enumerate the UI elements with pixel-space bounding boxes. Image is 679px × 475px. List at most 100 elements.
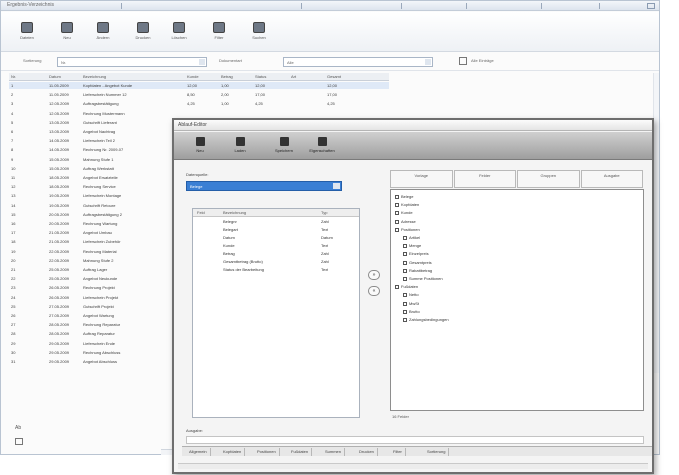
- move-right-button[interactable]: »: [368, 270, 380, 280]
- dialog-toolbar-button-0[interactable]: Neu: [182, 135, 218, 159]
- column-header[interactable]: Datum: [49, 74, 61, 79]
- tree-node[interactable]: Summe Positionen: [403, 276, 443, 282]
- column-header[interactable]: Gesamt: [327, 74, 341, 79]
- field-cell: Text: [321, 227, 329, 232]
- tree-node[interactable]: Einzelpreis: [403, 251, 429, 257]
- tree-node[interactable]: Gesamtpreis: [403, 260, 432, 266]
- tree-node[interactable]: Menge: [403, 243, 421, 249]
- bottom-tab[interactable]: Fußdaten: [288, 448, 313, 456]
- doctype-combo[interactable]: Alle: [283, 57, 433, 67]
- table-cell: Rechnung Abschluss: [83, 349, 121, 355]
- expand-toggle-icon[interactable]: [395, 211, 399, 216]
- expand-toggle-icon[interactable]: [403, 309, 407, 314]
- expand-toggle-icon[interactable]: [403, 293, 407, 298]
- tree-node[interactable]: MwSt: [403, 301, 419, 307]
- tab-2[interactable]: Gruppen: [517, 170, 580, 188]
- toolbar-button-2[interactable]: Ändern: [85, 16, 121, 50]
- expand-toggle-icon[interactable]: [403, 318, 407, 322]
- dialog-toolbar-button-1[interactable]: Laden: [222, 135, 258, 159]
- tab-1[interactable]: Felder: [453, 170, 516, 188]
- list-item[interactable]: Kunde Text: [193, 243, 359, 249]
- toolbar-button-label: Filter: [214, 35, 224, 40]
- tree-node[interactable]: Positionen: [395, 227, 420, 233]
- toolbar-button-1[interactable]: Neu: [49, 16, 85, 50]
- tree-node[interactable]: Kopfdaten: [395, 202, 419, 208]
- table-cell: 27.05.2009: [49, 303, 70, 309]
- column-header[interactable]: Bezeichnung: [83, 74, 106, 79]
- expand-toggle-icon[interactable]: [395, 219, 399, 224]
- column-header[interactable]: Kunde: [187, 74, 199, 79]
- toolbar-button-5[interactable]: Filter: [201, 16, 237, 50]
- list-item[interactable]: Belegnr Zahl: [193, 219, 359, 225]
- expand-toggle-icon[interactable]: [395, 203, 399, 208]
- table-cell: 9: [11, 156, 14, 162]
- column-header[interactable]: Art: [291, 74, 296, 79]
- list-item[interactable]: Gesamtbetrag (Brutto) Zahl: [193, 259, 359, 265]
- table-row[interactable]: 1 11.05.2009 Kopfdaten - Angebot Kunde 12,0…: [9, 82, 389, 89]
- bottom-tab[interactable]: Allgemein: [186, 448, 211, 456]
- toolbar-button-3[interactable]: Drucken: [125, 16, 161, 50]
- expand-toggle-icon[interactable]: [403, 236, 407, 240]
- tree-node[interactable]: Artikel: [403, 235, 420, 241]
- expand-toggle-icon[interactable]: [403, 301, 407, 306]
- bottom-tab[interactable]: Kopfdaten: [220, 448, 246, 456]
- tree-node[interactable]: Kunde: [395, 210, 413, 216]
- table-cell: 25.05.2009: [49, 276, 70, 282]
- output-field[interactable]: [186, 436, 644, 444]
- tree-node[interactable]: Adresse: [395, 219, 416, 225]
- toolbar-button-label: Drucken: [135, 35, 151, 40]
- tree-node[interactable]: Netto: [403, 292, 419, 298]
- expand-toggle-icon[interactable]: [395, 285, 399, 290]
- expand-toggle-icon[interactable]: [403, 260, 407, 265]
- dialog-toolbar-button-3[interactable]: Eigenschaften: [304, 135, 340, 159]
- table-cell: 15.05.2009: [49, 156, 70, 162]
- expand-toggle-icon[interactable]: [395, 227, 399, 232]
- tab-0[interactable]: Vorlage: [390, 170, 453, 188]
- toolbar-button-4[interactable]: Löschen: [161, 16, 197, 50]
- tree-node[interactable]: Rabattbetrag: [403, 268, 432, 274]
- column-header[interactable]: Status: [255, 74, 266, 79]
- field-column-header[interactable]: Typ: [321, 210, 327, 215]
- expand-toggle-icon[interactable]: [403, 252, 407, 257]
- field-column-header[interactable]: Feld: [197, 210, 205, 215]
- list-item[interactable]: Betrag Zahl: [193, 251, 359, 257]
- checkbox-icon[interactable]: [459, 57, 467, 65]
- list-item[interactable]: Belegart Text: [193, 227, 359, 233]
- field-column-header[interactable]: Bezeichnung: [223, 210, 246, 215]
- table-cell: 25: [11, 303, 16, 309]
- tree-node[interactable]: Fußdaten: [395, 284, 418, 290]
- move-left-button[interactable]: «: [368, 286, 380, 296]
- bottom-tab[interactable]: Sortierung: [424, 448, 450, 456]
- column-header[interactable]: Nr.: [11, 74, 16, 79]
- expand-toggle-icon[interactable]: [403, 277, 407, 281]
- table-row[interactable]: 4 12.05.2009 Rechnung Mustermann: [9, 110, 389, 117]
- sort-combo[interactable]: Nr.: [57, 57, 207, 67]
- table-row[interactable]: 2 11.05.2009 Lieferschein Nummer 12 8,50 2,0…: [9, 91, 389, 98]
- dialog-horizontal-scrollbar[interactable]: [178, 463, 648, 469]
- list-item[interactable]: Datum Datum: [193, 235, 359, 241]
- table-cell: Angebot Ersatzteile: [83, 175, 118, 180]
- dialog-toolbar-button-2[interactable]: Speichern: [266, 135, 302, 159]
- expand-toggle-icon[interactable]: [403, 268, 407, 273]
- tree-node[interactable]: Brutto: [403, 309, 420, 315]
- bottom-tab[interactable]: Summen: [322, 448, 346, 456]
- table-row[interactable]: 3 12.05.2009 Auftragsbestätigung 4,25 1,00 4,…: [9, 100, 389, 107]
- toolbar-button-label: Suchen: [252, 35, 266, 40]
- maximize-button[interactable]: [647, 3, 655, 9]
- column-header[interactable]: Betrag: [221, 74, 233, 79]
- tab-3[interactable]: Ausgabe: [580, 170, 643, 188]
- list-item[interactable]: Status der Bearbeitung Text: [193, 267, 359, 273]
- bottom-tab[interactable]: Drucken: [356, 448, 378, 456]
- tree-node-label: Fußdaten: [401, 284, 419, 290]
- source-select[interactable]: Belege: [186, 181, 342, 191]
- bottom-tab[interactable]: Filter: [390, 448, 406, 456]
- tree-node[interactable]: Zahlungsbedingungen: [403, 317, 449, 323]
- folder-icon: [21, 22, 33, 33]
- toolbar-button-6[interactable]: Suchen: [241, 16, 277, 50]
- table-cell: Rechnung Material: [83, 248, 117, 254]
- toolbar-button-0[interactable]: Dateien: [9, 16, 45, 50]
- expand-toggle-icon[interactable]: [403, 244, 407, 249]
- tree-node[interactable]: Belege: [395, 194, 413, 200]
- expand-toggle-icon[interactable]: [395, 195, 399, 199]
- bottom-tab[interactable]: Positionen: [254, 448, 280, 456]
